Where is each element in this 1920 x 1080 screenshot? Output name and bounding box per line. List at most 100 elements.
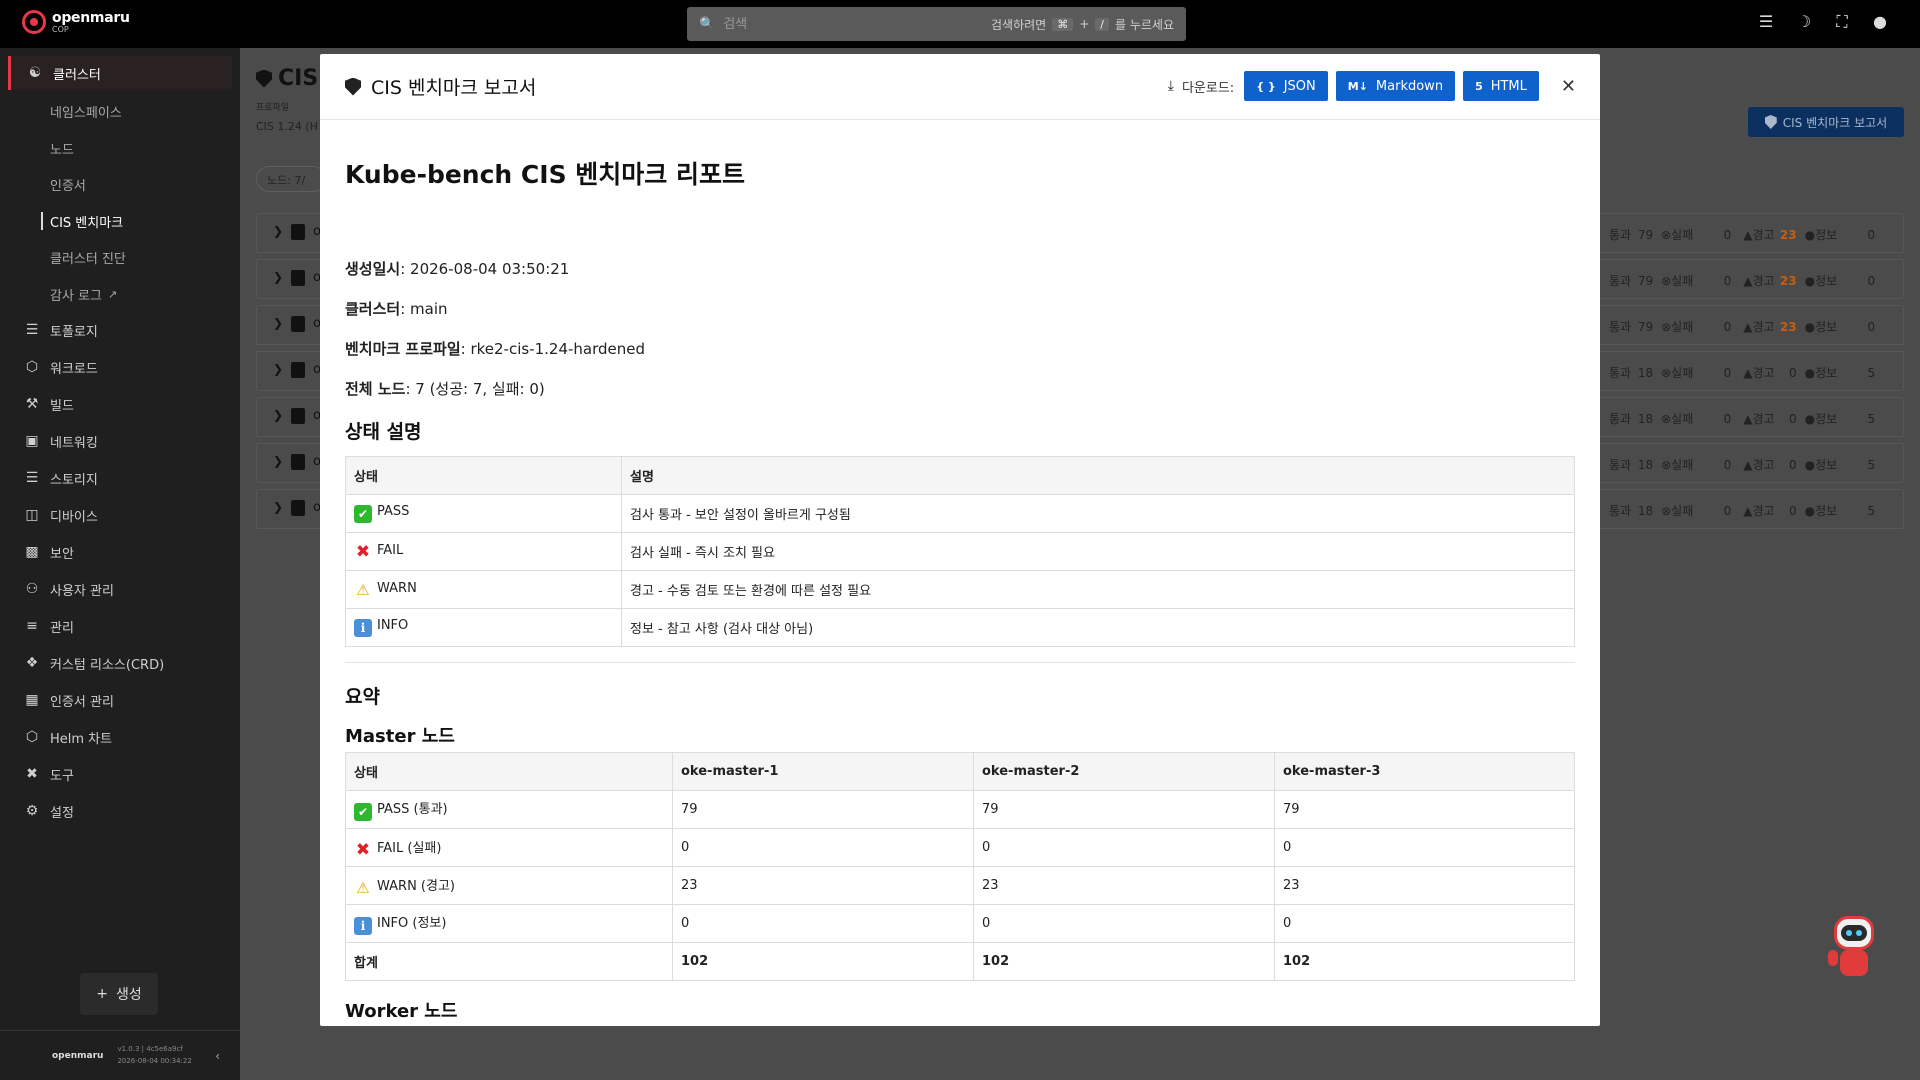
value-cell: 0: [1274, 828, 1575, 867]
manage-icon: ≡: [26, 618, 38, 634]
table-header: 설명: [621, 456, 1575, 495]
table-row: ✖ FAIL 검사 실패 - 즉시 조치 필요: [345, 532, 1575, 571]
server-icon: [291, 316, 305, 332]
node-stats: 통과 18 ⊗ 실패 0 ▲ 경고 0 ● 정보 5: [1609, 410, 1883, 427]
report-body[interactable]: Kube-bench CIS 벤치마크 리포트 생성일시: 2026-08-04…: [345, 120, 1575, 1026]
status-label: INFO: [377, 618, 409, 633]
table-header: oke-master-2: [973, 752, 1275, 791]
sidebar-item-label: 설정: [50, 805, 74, 821]
shortcut-key-cmd: ⌘: [1052, 17, 1074, 31]
cis-report-button[interactable]: CIS 벤치마크 보고서: [1748, 107, 1904, 137]
sidebar-item-storage[interactable]: ☰ 스토리지: [8, 461, 232, 495]
sidebar-item-label: 관리: [50, 620, 74, 636]
server-icon: [291, 454, 305, 470]
status-cell: ✔ PASS: [345, 494, 622, 533]
table-header: 상태: [345, 456, 622, 495]
chevron-right-icon[interactable]: ❯: [273, 454, 283, 468]
sidebar-sub-cis-benchmark[interactable]: CIS 벤치마크: [40, 211, 123, 231]
sidebar-sub-namespace[interactable]: 네임스페이스: [50, 101, 122, 121]
assistant-bot-icon[interactable]: [1828, 910, 1880, 982]
footer-date: 2026-08-04 00:34:22: [117, 1056, 192, 1065]
footer-version: v1.0.3 | 4c5e6a9cf: [117, 1044, 183, 1053]
sidebar-item-label: 빌드: [50, 398, 74, 414]
status-label: PASS (통과): [377, 802, 448, 817]
info-icon: ●: [1804, 457, 1816, 472]
fail-label: 실패: [1671, 366, 1694, 380]
warning-icon: ▲: [1743, 365, 1753, 380]
info-icon: ●: [1804, 319, 1816, 334]
sidebar-item-networking[interactable]: ▣ 네트워킹: [8, 424, 232, 458]
user-avatar-icon[interactable]: ●: [1870, 12, 1890, 32]
storage-icon: ☰: [25, 470, 39, 486]
sidebar-item-workload[interactable]: ⬡ 워크로드: [8, 350, 232, 384]
server-icon: [291, 408, 305, 424]
meta-profile-value: : rke2-cis-1.24-hardened: [460, 340, 646, 358]
sidebar-item-management[interactable]: ≡ 관리: [8, 609, 232, 643]
warn-label: 경고: [1752, 412, 1775, 426]
download-html-label: HTML: [1490, 78, 1527, 94]
pass-count: 79: [1637, 227, 1654, 242]
server-icon: [291, 224, 305, 240]
pass-label: 통과: [1609, 274, 1632, 288]
menu-icon[interactable]: ☰: [1756, 12, 1776, 32]
sidebar-item-label: 디바이스: [50, 509, 98, 525]
sidebar-sub-cluster-diagnosis[interactable]: 클러스터 진단: [50, 247, 126, 267]
table-row: i INFO 정보 - 참고 사항 (검사 대상 아님): [345, 608, 1575, 647]
value-cell: 79: [1274, 790, 1575, 829]
sidebar-item-topology[interactable]: ☰ 토폴로지: [8, 313, 232, 347]
sidebar-item-certificate-management[interactable]: ▦ 인증서 관리: [8, 683, 232, 717]
profile-select[interactable]: CIS 1.24 (H: [256, 120, 318, 133]
sidebar-item-tools[interactable]: ✖ 도구: [8, 757, 232, 791]
chevron-right-icon[interactable]: ❯: [273, 500, 283, 514]
node-stats: 통과 18 ⊗ 실패 0 ▲ 경고 0 ● 정보 5: [1609, 502, 1883, 519]
dark-mode-icon[interactable]: ☽: [1794, 12, 1814, 32]
sidebar-item-device[interactable]: ◫ 디바이스: [8, 498, 232, 532]
chevron-right-icon[interactable]: ❯: [273, 316, 283, 330]
create-button[interactable]: + 생성: [80, 973, 158, 1015]
chevron-right-icon[interactable]: ❯: [273, 270, 283, 284]
warn-label: 경고: [1752, 320, 1775, 334]
pass-count: 79: [1637, 273, 1654, 288]
fail-icon: ⊗: [1661, 503, 1672, 518]
value-cell: 102: [672, 942, 974, 981]
collapse-sidebar-icon[interactable]: ‹: [215, 1049, 220, 1063]
sidebar-item-helm[interactable]: ⬡ Helm 차트: [8, 720, 232, 754]
sidebar-sub-audit-log[interactable]: 감사 로그 ↗: [50, 284, 117, 304]
sidebar-sub-node[interactable]: 노드: [50, 138, 74, 158]
download-html-button[interactable]: 5 HTML: [1463, 71, 1539, 101]
sidebar-footer: openmaru v1.0.3 | 4c5e6a9cf 2026-08-04 0…: [0, 1030, 240, 1080]
search-icon: 🔍: [699, 16, 716, 32]
download-json-button[interactable]: { } JSON: [1244, 71, 1328, 101]
modal-title: CIS 벤치마크 보고서: [371, 77, 537, 99]
worker-nodes-title: Worker 노드: [345, 1001, 458, 1022]
pass-label: 통과: [1609, 366, 1632, 380]
search-input[interactable]: [723, 16, 974, 32]
pass-label: 통과: [1609, 504, 1632, 518]
chevron-right-icon[interactable]: ❯: [273, 224, 283, 238]
global-search[interactable]: 🔍 검색하려면 ⌘ + / 를 누르세요: [687, 7, 1186, 41]
chevron-right-icon[interactable]: ❯: [273, 362, 283, 376]
node-stats: 통과 79 ⊗ 실패 0 ▲ 경고 23 ● 정보 0: [1609, 318, 1883, 335]
download-markdown-button[interactable]: M↓ Markdown: [1335, 71, 1456, 101]
sidebar-item-user-management[interactable]: ⚇ 사용자 관리: [8, 572, 232, 606]
profile-label: 프로파일: [256, 103, 290, 113]
close-icon[interactable]: ✕: [1561, 76, 1576, 97]
desc-cell: 경고 - 수동 검토 또는 환경에 따른 설정 필요: [621, 570, 1575, 609]
app-logo[interactable]: openmaru COP: [22, 10, 130, 34]
sidebar-item-build[interactable]: ⚒ 빌드: [8, 387, 232, 421]
node-filter-chip[interactable]: 노드: 7/: [256, 166, 326, 192]
info-icon: i: [354, 917, 372, 935]
chevron-right-icon[interactable]: ❯: [273, 408, 283, 422]
device-icon: ◫: [25, 507, 39, 523]
pass-count: 18: [1637, 503, 1654, 518]
total-label: 합계: [345, 942, 673, 981]
sidebar-item-cluster[interactable]: ☯ 클러스터: [8, 56, 232, 90]
sidebar-item-security[interactable]: ▩ 보안: [8, 535, 232, 569]
meta-generated-value: : 2026-08-04 03:50:21: [400, 260, 570, 278]
sidebar-item-settings[interactable]: ⚙ 설정: [8, 794, 232, 828]
sidebar-item-crd[interactable]: ❖ 커스텀 리소스(CRD): [8, 646, 232, 680]
sidebar-sub-certificate[interactable]: 인증서: [50, 174, 86, 194]
markdown-icon: M↓: [1347, 79, 1368, 93]
fullscreen-icon[interactable]: ⛶: [1832, 12, 1852, 32]
desc-cell: 검사 실패 - 즉시 조치 필요: [621, 532, 1575, 571]
